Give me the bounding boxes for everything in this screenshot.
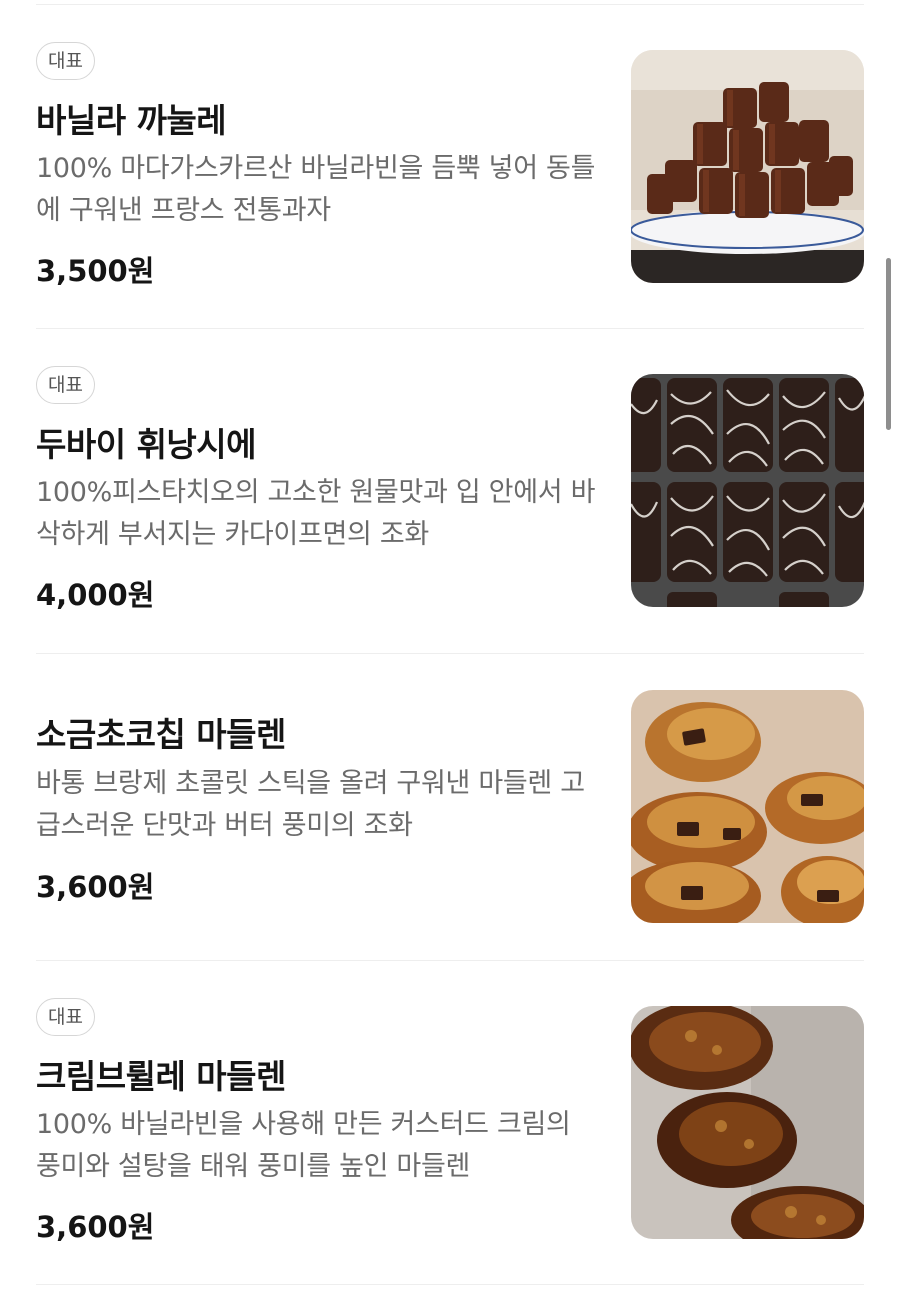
divider [36,960,864,961]
divider [36,653,864,654]
scrollbar[interactable] [886,258,891,430]
signature-badge: 대표 [36,998,95,1036]
canele-illustration [631,50,864,283]
creme-brulee-madeleine-photo[interactable] [631,1006,864,1239]
financier-illustration [631,374,864,607]
menu-item-creme-brulee-madeleine[interactable]: 대표 크림브륄레 마들렌 100% 바닐라빈을 사용해 만든 커스터드 크림의 … [36,998,864,1258]
divider [36,4,864,5]
menu-item-price: 3,600원 [36,1210,155,1244]
menu-item-description: 100% 마다가스카르산 바닐라빈을 듬뿍 넣어 동틀에 구워낸 프랑스 전통과… [36,153,596,226]
signature-badge: 대표 [36,366,95,404]
menu-item-description: 바통 브랑제 초콜릿 스틱을 올려 구워낸 마들렌 고급스러운 단맛과 버터 풍… [36,768,585,841]
dubai-financier-photo[interactable] [631,374,864,607]
menu-item-name: 바닐라 까눌레 [36,101,227,140]
menu-item-vanilla-canele[interactable]: 대표 바닐라 까눌레 100% 마다가스카르산 바닐라빈을 듬뿍 넣어 동틀에 … [36,42,864,292]
salt-chocochip-madeleine-photo[interactable] [631,690,864,923]
divider [36,328,864,329]
menu-item-price: 4,000원 [36,578,155,612]
menu-item-salt-chocochip-madeleine[interactable]: 소금초코칩 마들렌 바통 브랑제 초콜릿 스틱을 올려 구워낸 마들렌 고급스러… [36,690,864,930]
menu-item-description: 100%피스타치오의 고소한 원물맛과 입 안에서 바삭하게 부서지는 카다이프… [36,477,596,550]
menu-item-name: 두바이 휘낭시에 [36,425,257,464]
menu-item-name: 소금초코칩 마들렌 [36,715,286,754]
menu-item-dubai-financier[interactable]: 대표 두바이 휘낭시에 100%피스타치오의 고소한 원물맛과 입 안에서 바삭… [36,366,864,616]
creme-brulee-illustration [631,1006,864,1239]
canele-photo[interactable] [631,50,864,283]
menu-item-price: 3,500원 [36,254,155,288]
signature-badge: 대표 [36,42,95,80]
divider [36,1284,864,1285]
menu-item-name: 크림브륄레 마들렌 [36,1057,286,1096]
menu-item-description: 100% 바닐라빈을 사용해 만든 커스터드 크림의 풍미와 설탕을 태워 풍미… [36,1109,571,1182]
menu-item-price: 3,600원 [36,870,155,904]
madeleine-illustration [631,690,864,923]
